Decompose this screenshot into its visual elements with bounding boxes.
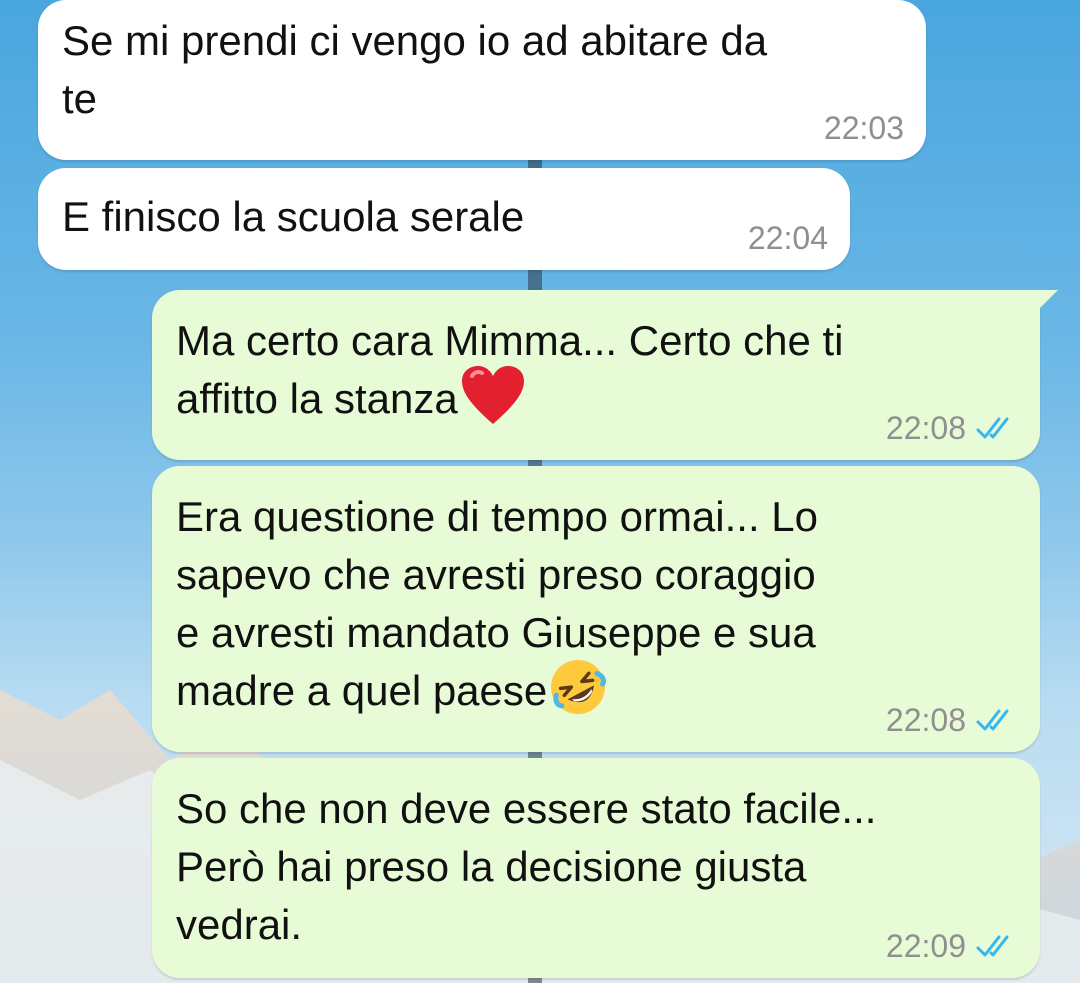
double-check-read-icon: [976, 417, 1009, 439]
incoming-message[interactable]: E finisco la scuola serale 22:04: [38, 168, 850, 270]
message-text: E finisco la scuola serale: [62, 193, 525, 240]
message-meta: 22:09: [886, 928, 1018, 964]
outgoing-message[interactable]: Era questione di tempo ormai... Lo sapev…: [152, 466, 1040, 752]
message-text: Se mi prendi ci vengo io ad abitare da t…: [62, 17, 768, 122]
bubble-tail-icon: [1034, 290, 1058, 314]
double-check-read-icon: [976, 709, 1009, 731]
message-meta: 22:04: [748, 220, 828, 256]
red-heart-icon: [461, 365, 524, 424]
message-text-body: Era questione di tempo ormai... Lo sapev…: [176, 493, 819, 714]
message-time: 22:04: [747, 220, 828, 256]
double-check-read-icon: [976, 935, 1009, 957]
message-text: Ma certo cara Mimma... Certo che ti affi…: [176, 312, 844, 428]
message-time: 22:09: [885, 928, 966, 964]
message-meta: 22:03: [824, 110, 904, 146]
message-text: So che non deve essere stato facile... P…: [176, 785, 877, 948]
message-meta: 22:08: [886, 702, 1018, 738]
message-time: 22:08: [885, 702, 966, 738]
incoming-message[interactable]: Se mi prendi ci vengo io ad abitare da t…: [38, 0, 926, 160]
outgoing-message[interactable]: Ma certo cara Mimma... Certo che ti affi…: [152, 290, 1058, 460]
message-time: 22:08: [885, 410, 966, 446]
rolling-on-floor-laughing-icon: [551, 659, 607, 714]
message-time: 22:03: [823, 110, 904, 146]
message-meta: 22:08: [886, 410, 1018, 446]
outgoing-message[interactable]: So che non deve essere stato facile... P…: [152, 758, 1040, 978]
message-text: Era questione di tempo ormai... Lo sapev…: [176, 488, 818, 720]
